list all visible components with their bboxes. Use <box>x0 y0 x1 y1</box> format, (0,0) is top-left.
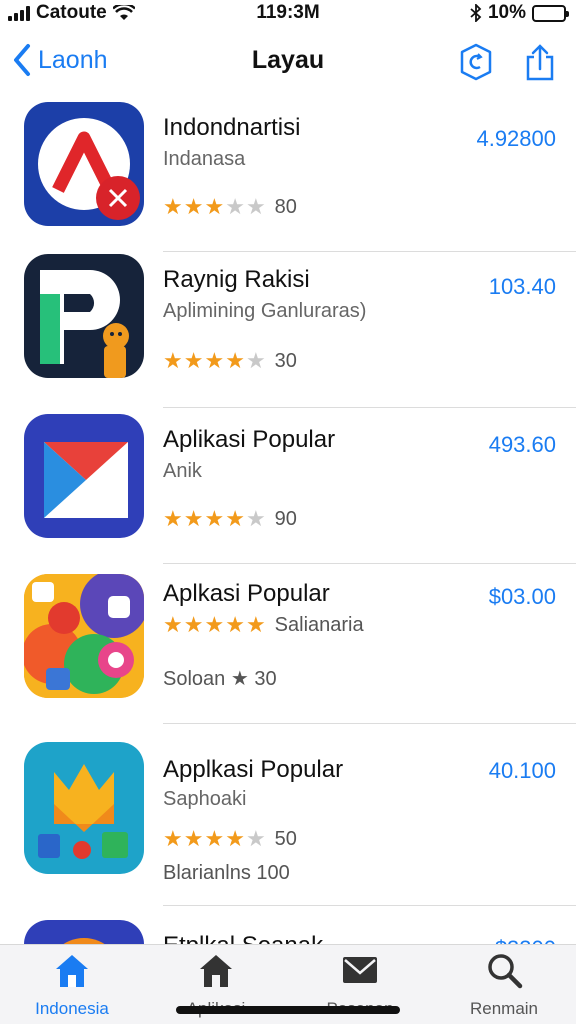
rating-count: 50 <box>274 827 297 850</box>
star-filled-icon: ★ <box>204 194 226 219</box>
battery-icon <box>532 4 569 22</box>
app-title: Indondnartisi <box>163 114 301 141</box>
home-indicator <box>176 1006 400 1014</box>
status-right: 10% <box>470 2 569 24</box>
price-button[interactable]: $03.00 <box>489 584 556 610</box>
home-icon <box>56 955 88 987</box>
star-empty-icon: ★ <box>245 826 267 851</box>
tab-label: Renmain <box>469 999 539 1018</box>
tab-renmain[interactable]: Renmain <box>432 951 576 1019</box>
house-icon <box>200 955 232 987</box>
battery-percent: 10% <box>487 2 526 23</box>
rating: ★★★★★ 50 <box>163 826 297 852</box>
search-icon <box>488 954 523 989</box>
navigation-bar: Laonh Layau <box>0 34 576 90</box>
sync-button[interactable] <box>456 42 496 82</box>
app-logo-icon <box>24 742 144 874</box>
app-logo-icon <box>24 574 144 698</box>
star-filled-icon: ★ <box>183 612 205 637</box>
star-rating-icon: ★★★★★ <box>163 194 267 220</box>
star-filled-icon: ★ <box>163 826 184 851</box>
app-subtitle: Anik <box>163 460 202 482</box>
star-filled-icon: ★ <box>225 348 246 373</box>
star-filled-icon: ★ <box>163 506 184 531</box>
app-logo-icon <box>24 254 144 378</box>
star-filled-icon: ★ <box>204 348 226 373</box>
app-title: Applkasi Popular <box>163 756 344 783</box>
app-subtitle: Aplimining Ganluraras) <box>163 300 367 322</box>
star-filled-icon: ★ <box>225 826 246 851</box>
rating: ★★★★★ 30 <box>163 348 297 374</box>
star-filled-icon: ★ <box>163 612 184 637</box>
share-icon <box>526 44 554 81</box>
star-filled-icon: ★ <box>183 506 205 531</box>
list-item[interactable]: Applkasi Popular Saphoaki ★★★★★ 50 Blari… <box>0 724 576 906</box>
app-meta: Soloan ★ 30 <box>163 668 277 690</box>
star-empty-icon: ★ <box>245 348 267 373</box>
star-rating-icon: ★★★★★ <box>163 826 267 852</box>
rating: ★★★★★ 80 <box>163 194 297 220</box>
rating-count: 30 <box>274 349 297 372</box>
app-logo-icon <box>24 414 144 538</box>
star-empty-icon: ★ <box>245 506 267 531</box>
list-item[interactable]: Indondnartisi Indanasa ★★★★★ 80 4.92800 <box>0 96 576 252</box>
star-filled-icon: ★ <box>225 612 246 637</box>
star-empty-icon: ★ <box>245 194 267 219</box>
rating-count: 80 <box>274 195 297 218</box>
mail-icon <box>343 957 377 983</box>
app-subtitle: Indanasa <box>163 148 246 170</box>
tab-indonesia[interactable]: Indonesia <box>0 951 144 1019</box>
app-subtitle: Saphoaki <box>163 788 247 810</box>
price-button[interactable]: 103.40 <box>489 274 556 300</box>
star-filled-icon: ★ <box>204 612 226 637</box>
price-button[interactable]: 40.100 <box>489 758 556 784</box>
star-filled-icon: ★ <box>183 348 205 373</box>
app-logo-icon <box>24 102 144 226</box>
star-filled-icon: ★ <box>183 826 205 851</box>
price-button[interactable]: 493.60 <box>489 432 556 458</box>
app-subtitle: Salianaria <box>274 613 364 636</box>
star-empty-icon: ★ <box>225 194 246 219</box>
bluetooth-icon <box>470 4 482 22</box>
app-title: Aplikasi Popular <box>163 426 336 453</box>
list-item[interactable]: Raynig Rakisi Aplimining Ganluraras) ★★★… <box>0 252 576 408</box>
list-item[interactable]: Aplikasi Popular Anik ★★★★★ 90 493.60 <box>0 408 576 564</box>
status-bar: Catoute 119:3M 10% <box>0 0 576 28</box>
star-rating-icon: ★★★★★ <box>163 348 267 374</box>
star-filled-icon: ★ <box>163 348 184 373</box>
star-filled-icon: ★ <box>183 194 205 219</box>
app-list: Indondnartisi Indanasa ★★★★★ 80 4.92800 … <box>0 96 576 980</box>
rating-count: 90 <box>274 507 297 530</box>
app-title: Aplkasi Popular <box>163 580 330 607</box>
share-button[interactable] <box>520 42 560 82</box>
tab-label: Indonesia <box>35 999 109 1018</box>
star-filled-icon: ★ <box>163 194 184 219</box>
rating: ★★★★★ 90 <box>163 506 297 532</box>
list-item[interactable]: Aplkasi Popular ★★★★★ Salianaria Soloan … <box>0 564 576 724</box>
star-filled-icon: ★ <box>204 826 226 851</box>
star-rating-icon: ★★★★★ <box>163 506 267 532</box>
star-filled-icon: ★ <box>204 506 226 531</box>
star-rating-icon: ★★★★★ <box>163 612 267 638</box>
price-button[interactable]: 4.92800 <box>476 126 556 152</box>
refresh-badge-icon <box>460 43 492 81</box>
app-title: Raynig Rakisi <box>163 266 310 293</box>
rating: ★★★★★ Salianaria <box>163 612 364 638</box>
star-filled-icon: ★ <box>225 506 246 531</box>
star-filled-icon: ★ <box>245 612 267 637</box>
app-meta: Blarianlns 100 <box>163 862 290 884</box>
